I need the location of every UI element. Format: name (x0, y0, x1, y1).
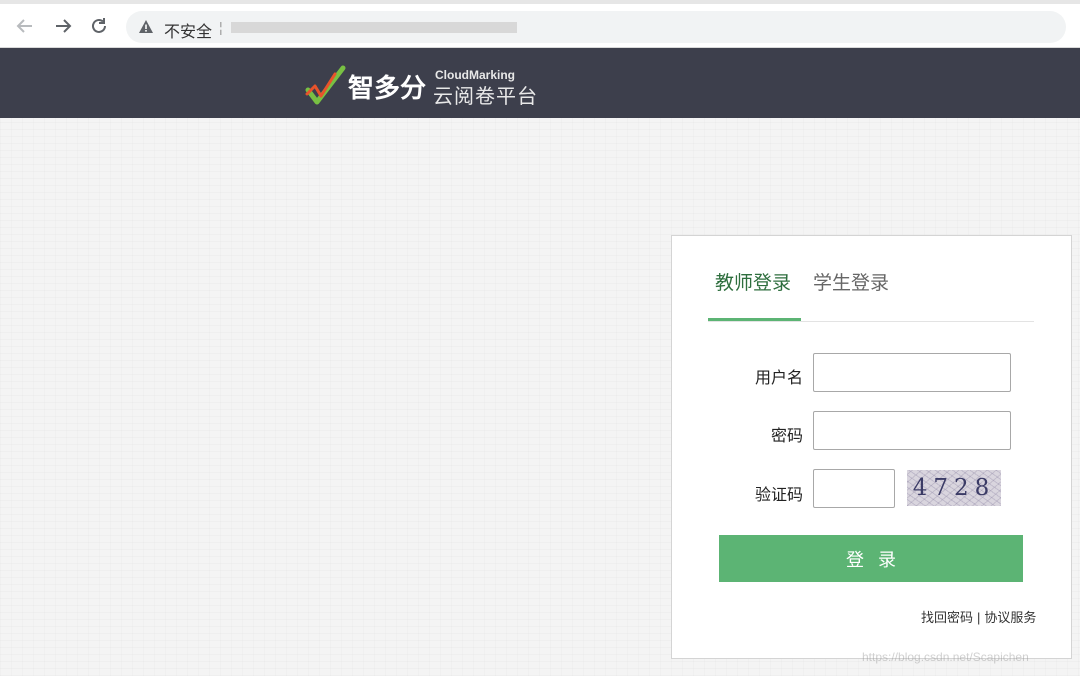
active-tab-indicator (708, 318, 801, 321)
address-bar[interactable]: 不安全 ¦ (126, 11, 1066, 43)
login-tabs: 教师登录 学生登录 (708, 270, 1034, 322)
browser-toolbar: 不安全 ¦ (0, 0, 1080, 48)
warning-icon (139, 20, 153, 33)
footer-links: 找回密码 | 协议服务 (921, 607, 1036, 626)
tab-teacher-login[interactable]: 教师登录 (715, 270, 791, 321)
back-arrow-icon[interactable] (12, 13, 38, 39)
security-status-label: 不安全 (164, 24, 213, 41)
login-button[interactable]: 登录 (719, 535, 1023, 582)
login-card: 教师登录 学生登录 用户名 密码 验证码 4728 登录 找回密码 | 协议服务 (671, 235, 1072, 659)
site-header: 智多分 CloudMarking 云阅卷平台 (0, 48, 1080, 118)
captcha-label: 验证码 (754, 487, 803, 504)
password-input[interactable] (813, 411, 1011, 450)
forward-arrow-icon[interactable] (50, 13, 76, 39)
username-label: 用户名 (754, 370, 803, 387)
captcha-image[interactable]: 4728 (907, 470, 1001, 506)
agreement-link[interactable]: 协议服务 (984, 610, 1036, 625)
redacted-url (231, 22, 517, 33)
reload-icon[interactable] (86, 13, 112, 39)
forgot-password-link[interactable]: 找回密码 (921, 610, 973, 625)
password-label: 密码 (770, 428, 803, 445)
logo-name: 智多分 (348, 73, 427, 103)
captcha-input[interactable] (813, 469, 895, 508)
tab-student-login[interactable]: 学生登录 (813, 270, 889, 321)
logo-subtitle: 云阅卷平台 (433, 86, 538, 108)
address-separator: ¦ (219, 19, 223, 35)
username-input[interactable] (813, 353, 1011, 392)
link-divider: | (977, 610, 981, 625)
watermark: https://blog.csdn.net/Scapichen (862, 650, 1029, 664)
logo-check-icon (305, 65, 346, 105)
